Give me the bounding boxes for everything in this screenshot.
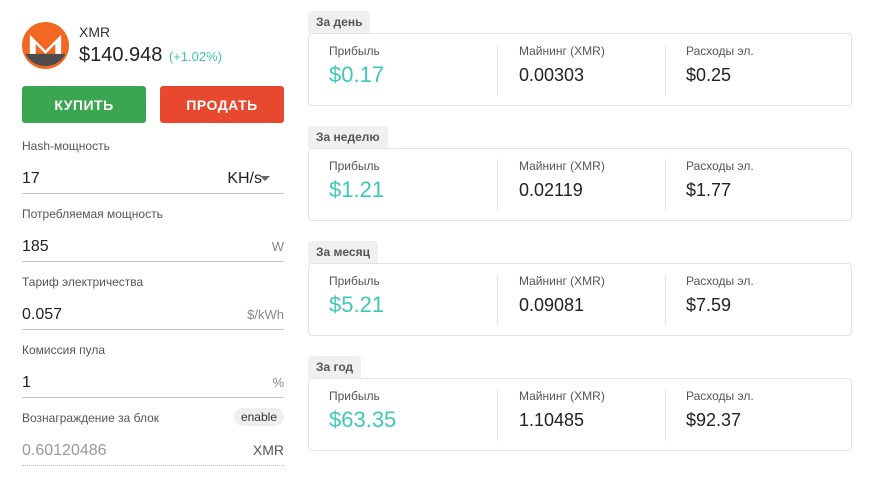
mining-value: 0.09081 (519, 295, 585, 315)
period-title: За день (308, 11, 371, 33)
mining-label: Майнинг (XMR) (519, 274, 605, 288)
buy-button[interactable]: КУПИТЬ (22, 86, 146, 123)
costs-value: $7.59 (686, 295, 732, 315)
pool-fee-label: Комиссия пула (22, 343, 106, 357)
costs-label: Расходы эл. (686, 389, 754, 403)
profit-value: $0.17 (329, 62, 385, 87)
coin-ticker: XMR (79, 24, 111, 40)
costs-value: $0.25 (686, 65, 732, 85)
profit-label: Прибыль (329, 389, 380, 403)
block-reward-field: Вознаграждение за блок enable 0.60120486… (22, 408, 284, 466)
result-card: Прибыль $1.21 Майнинг (XMR) 0.02119 Расх… (308, 148, 852, 221)
hashrate-unit-select[interactable]: KH/s (227, 170, 262, 188)
profit-label: Прибыль (329, 159, 380, 173)
profit-value: $63.35 (329, 407, 397, 432)
sell-button[interactable]: ПРОДАТЬ (160, 86, 284, 123)
result-card: Прибыль $63.35 Майнинг (XMR) 1.10485 Рас… (308, 378, 852, 451)
mining-value: 0.00303 (519, 65, 585, 85)
mining-value: 1.10485 (519, 410, 585, 430)
costs-label: Расходы эл. (686, 159, 754, 173)
mining-label: Майнинг (XMR) (519, 44, 605, 58)
price-change: (+1.02%) (168, 49, 222, 64)
hashrate-label: Hash-мощность (22, 139, 110, 153)
mining-value: 0.02119 (519, 180, 583, 200)
tariff-unit: $/kWh (247, 307, 284, 322)
calculator-panel: XMR $140.948 (+1.02%) КУПИТЬ ПРОДАТЬ Has… (22, 22, 284, 466)
monero-logo-icon (22, 22, 69, 69)
costs-label: Расходы эл. (686, 274, 754, 288)
period-month: За месяц Прибыль $5.21 Майнинг (XMR) 0.0… (308, 241, 852, 336)
period-title: За год (308, 356, 362, 378)
chevron-down-icon[interactable] (260, 176, 270, 181)
profit-label: Прибыль (329, 274, 380, 288)
result-card: Прибыль $5.21 Майнинг (XMR) 0.09081 Расх… (308, 263, 852, 336)
tariff-input[interactable]: 0.057 (22, 306, 62, 324)
block-reward-input: 0.60120486 (22, 442, 107, 459)
hashrate-input[interactable]: 17 (22, 170, 40, 188)
block-reward-enable-toggle[interactable]: enable (233, 408, 284, 426)
profit-label: Прибыль (329, 44, 380, 58)
period-day: За день Прибыль $0.17 Майнинг (XMR) 0.00… (308, 11, 852, 106)
costs-value: $1.77 (686, 180, 732, 200)
period-title: За неделю (308, 126, 388, 148)
period-week: За неделю Прибыль $1.21 Майнинг (XMR) 0.… (308, 126, 852, 221)
costs-value: $92.37 (686, 410, 742, 430)
coin-header: XMR $140.948 (+1.02%) (22, 22, 284, 72)
profit-value: $5.21 (329, 292, 385, 317)
tariff-label: Тариф электричества (22, 275, 144, 289)
mining-label: Майнинг (XMR) (519, 389, 605, 403)
pool-fee-unit: % (272, 375, 284, 390)
mining-label: Майнинг (XMR) (519, 159, 605, 173)
tariff-field[interactable]: Тариф электричества 0.057 $/kWh (22, 275, 284, 330)
result-card: Прибыль $0.17 Майнинг (XMR) 0.00303 Расх… (308, 33, 852, 106)
results-panel: За день Прибыль $0.17 Майнинг (XMR) 0.00… (308, 11, 852, 471)
power-input[interactable]: 185 (22, 238, 49, 256)
power-unit: W (271, 239, 284, 254)
profit-value: $1.21 (329, 177, 385, 202)
period-title: За месяц (308, 241, 378, 263)
power-field[interactable]: Потребляемая мощность 185 W (22, 207, 284, 262)
block-reward-unit: XMR (252, 442, 284, 458)
period-year: За год Прибыль $63.35 Майнинг (XMR) 1.10… (308, 356, 852, 451)
hashrate-field[interactable]: Hash-мощность 17 KH/s (22, 139, 284, 194)
pool-fee-input[interactable]: 1 (22, 374, 31, 392)
costs-label: Расходы эл. (686, 44, 754, 58)
pool-fee-field[interactable]: Комиссия пула 1 % (22, 343, 284, 398)
power-label: Потребляемая мощность (22, 207, 163, 221)
coin-price: $140.948 (79, 44, 163, 66)
